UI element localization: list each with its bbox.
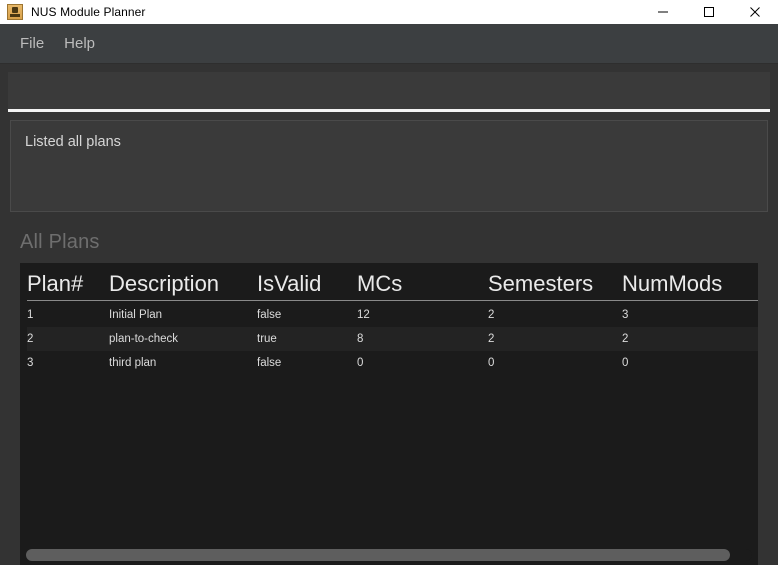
result-display-box: Listed all plans (10, 120, 768, 212)
plans-section: All Plans Plan# Description IsValid MCs (0, 219, 778, 565)
command-box[interactable] (8, 72, 770, 112)
cell-isvalid: true (257, 327, 357, 351)
cell-mcs: 8 (357, 327, 488, 351)
app-window: NUS Module Planner File Help Listed all … (0, 0, 778, 565)
command-input[interactable] (16, 82, 762, 99)
cell-description: third plan (109, 351, 257, 375)
result-text: Listed all plans (25, 134, 121, 150)
close-icon[interactable] (732, 0, 778, 24)
app-icon (7, 4, 23, 20)
menubar: File Help (0, 24, 778, 64)
column-header-nummods[interactable]: NumMods (622, 263, 758, 303)
cell-semesters: 2 (488, 303, 622, 327)
cell-isvalid: false (257, 351, 357, 375)
menu-item-file[interactable]: File (10, 32, 54, 55)
column-header-semesters[interactable]: Semesters (488, 263, 622, 303)
cell-description: Initial Plan (109, 303, 257, 327)
scrollbar-thumb[interactable] (26, 549, 731, 561)
column-header-plan[interactable]: Plan# (27, 263, 109, 303)
cell-mcs: 0 (357, 351, 488, 375)
plans-table: Plan# Description IsValid MCs Semesters … (27, 263, 758, 375)
minimize-icon[interactable] (640, 0, 686, 24)
plans-table-header-row: Plan# Description IsValid MCs Semesters … (27, 263, 758, 303)
cell-plan: 3 (27, 351, 109, 375)
titlebar: NUS Module Planner (0, 0, 778, 24)
window-title: NUS Module Planner (31, 5, 146, 19)
result-display-container: Listed all plans (0, 113, 778, 219)
column-header-isvalid[interactable]: IsValid (257, 263, 357, 303)
command-box-container (0, 64, 778, 113)
cell-description: plan-to-check (109, 327, 257, 351)
cell-nummods: 2 (622, 327, 758, 351)
column-header-description[interactable]: Description (109, 263, 257, 303)
plans-section-title: All Plans (20, 231, 100, 253)
column-header-mcs[interactable]: MCs (357, 263, 488, 303)
cell-nummods: 0 (622, 351, 758, 375)
cell-isvalid: false (257, 303, 357, 327)
horizontal-scrollbar[interactable] (20, 547, 758, 565)
menu-item-help[interactable]: Help (54, 32, 105, 55)
window-controls (640, 0, 778, 24)
plans-table-scroll-area: Plan# Description IsValid MCs Semesters … (20, 263, 758, 547)
cell-semesters: 2 (488, 327, 622, 351)
cell-semesters: 0 (488, 351, 622, 375)
cell-plan: 2 (27, 327, 109, 351)
table-row[interactable]: 2 plan-to-check true 8 2 2 (27, 327, 758, 351)
plans-table-panel: Plan# Description IsValid MCs Semesters … (20, 263, 758, 565)
maximize-icon[interactable] (686, 0, 732, 24)
table-row[interactable]: 1 Initial Plan false 12 2 3 (27, 303, 758, 327)
table-row[interactable]: 3 third plan false 0 0 0 (27, 351, 758, 375)
cell-mcs: 12 (357, 303, 488, 327)
cell-nummods: 3 (622, 303, 758, 327)
cell-plan: 1 (27, 303, 109, 327)
scrollbar-track[interactable] (26, 549, 752, 561)
